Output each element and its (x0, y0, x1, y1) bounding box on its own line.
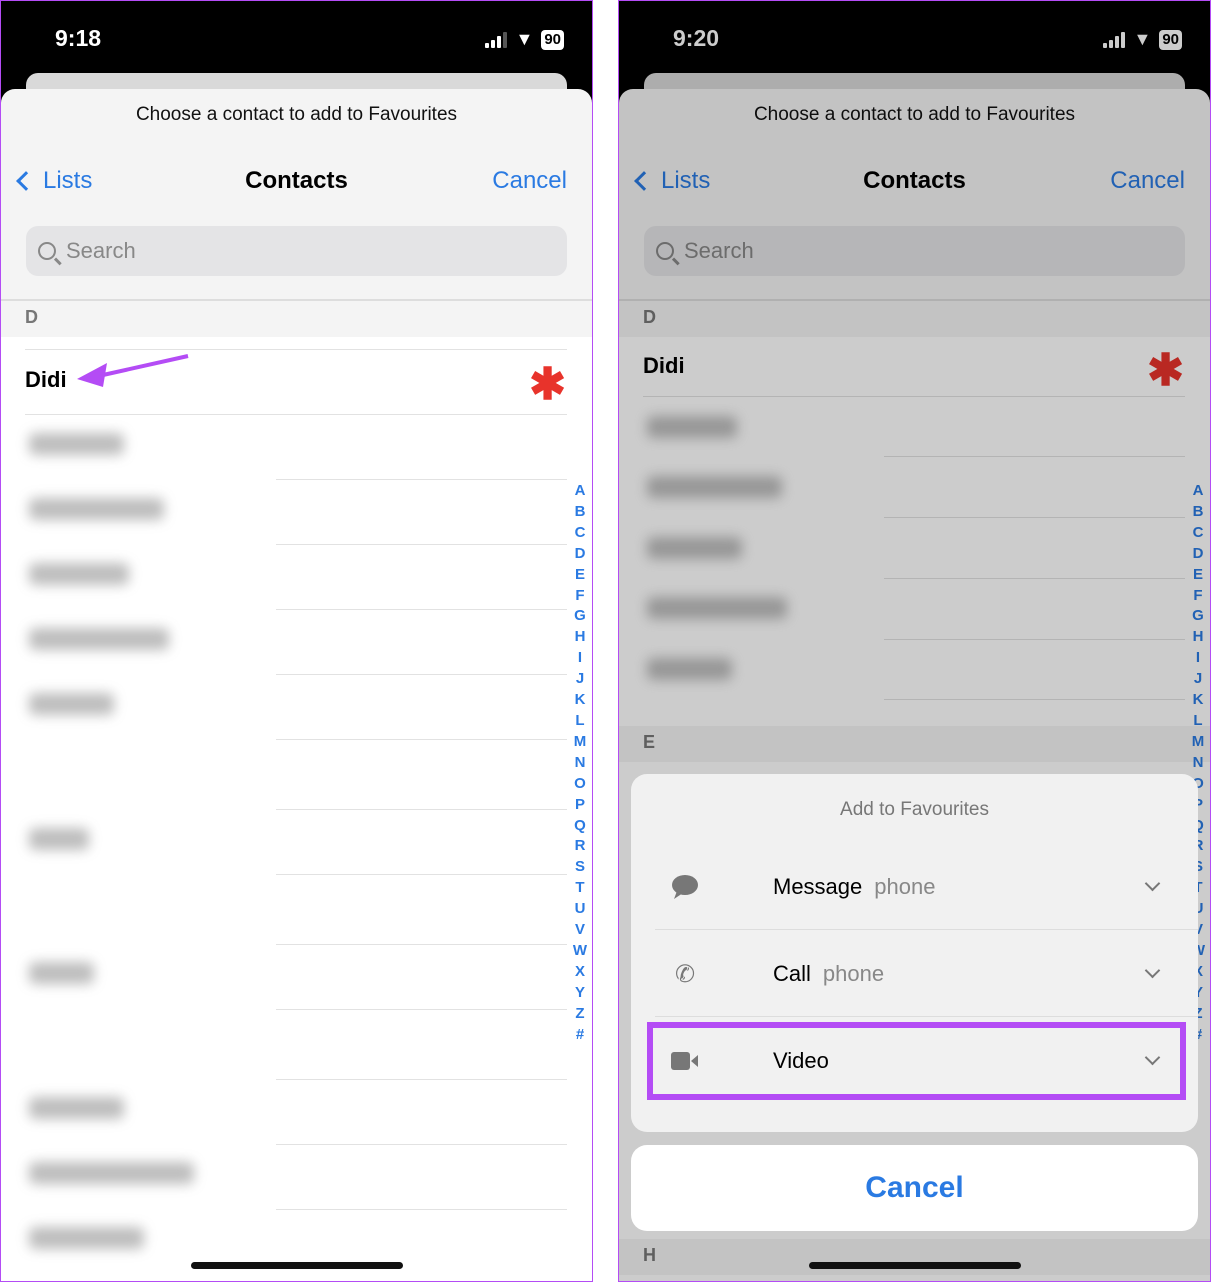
index-letter[interactable]: A (575, 481, 586, 502)
row-divider (276, 1144, 567, 1145)
row-divider (276, 809, 567, 810)
status-time: 9:18 (55, 25, 102, 51)
blurred-contact[interactable] (29, 563, 129, 585)
action-sublabel: phone (874, 874, 936, 899)
blurred-contact[interactable] (29, 962, 94, 984)
index-letter[interactable]: J (576, 669, 584, 690)
blurred-contact[interactable] (29, 693, 114, 715)
index-letter[interactable]: K (575, 690, 586, 711)
index-letter[interactable]: R (575, 836, 586, 857)
search-input[interactable]: Search (26, 226, 567, 276)
index-letter[interactable]: Y (575, 983, 585, 1004)
index-letter[interactable]: W (573, 941, 587, 962)
contact-didi[interactable]: Didi (25, 367, 67, 393)
phone-screen-right: 9:20 ▼ 90 Choose a contact to add to Fav… (618, 0, 1211, 1282)
row-divider (276, 1079, 567, 1080)
chevron-down-icon (1144, 875, 1161, 892)
index-letter[interactable]: I (578, 648, 582, 669)
row-divider (276, 544, 567, 545)
home-indicator[interactable] (191, 1262, 403, 1269)
alphabet-index[interactable]: ABCDEFGHIJKLMNOPQRSTUVWXYZ# (570, 481, 590, 1045)
section-header-d: D (1, 301, 592, 337)
index-letter[interactable]: P (575, 795, 585, 816)
row-divider (25, 349, 567, 350)
index-letter[interactable]: Z (575, 1004, 584, 1025)
index-letter[interactable]: M (574, 732, 587, 753)
cancel-button[interactable]: Cancel (492, 167, 567, 195)
index-letter[interactable]: V (575, 920, 585, 941)
action-label: Message (773, 874, 863, 899)
add-to-favourites-sheet: Add to Favourites Message phone ✆ Call p… (631, 774, 1198, 1132)
home-indicator[interactable] (809, 1262, 1021, 1269)
blurred-contact[interactable] (29, 628, 169, 650)
blurred-contact[interactable] (29, 1097, 124, 1119)
row-divider (276, 479, 567, 480)
search-icon (38, 242, 56, 260)
blurred-contact[interactable] (29, 828, 89, 850)
blurred-contact[interactable] (29, 433, 124, 455)
chevron-down-icon (1144, 962, 1161, 979)
nav-bar: Lists Contacts Cancel (1, 167, 592, 197)
index-letter[interactable]: E (575, 565, 585, 586)
action-sublabel: phone (822, 961, 885, 986)
row-divider (276, 739, 567, 740)
contact-picker-sheet: Choose a contact to add to Favourites Li… (1, 89, 592, 1281)
index-letter[interactable]: F (575, 586, 584, 607)
divider (655, 929, 1198, 930)
action-label: Call (773, 961, 811, 986)
battery-indicator: 90 (541, 29, 564, 50)
index-letter[interactable]: G (574, 606, 586, 627)
index-letter[interactable]: C (575, 523, 586, 544)
phone-screen-left: 9:18 ▼ 90 Choose a contact to add to Fav… (0, 0, 593, 1282)
row-divider (276, 1209, 567, 1210)
row-divider (276, 674, 567, 675)
row-divider (276, 874, 567, 875)
phone-icon: ✆ (674, 960, 696, 988)
blurred-contact[interactable] (29, 1162, 194, 1184)
index-letter[interactable]: X (575, 962, 585, 983)
wifi-icon: ▼ (515, 29, 534, 49)
action-sheet-cancel-button[interactable]: Cancel (631, 1145, 1198, 1231)
annotation-arrow-icon (73, 353, 193, 398)
row-divider (276, 944, 567, 945)
action-call[interactable]: ✆ Call phone (655, 931, 1188, 1017)
index-letter[interactable]: N (575, 753, 586, 774)
divider (655, 1016, 1198, 1017)
action-sheet-title: Add to Favourites (840, 799, 989, 820)
row-divider (276, 609, 567, 610)
index-letter[interactable]: Q (574, 816, 586, 837)
row-divider (25, 414, 567, 415)
index-letter[interactable]: O (574, 774, 586, 795)
blurred-contact[interactable] (29, 498, 164, 520)
index-letter[interactable]: D (575, 544, 586, 565)
action-message[interactable]: Message phone (655, 844, 1188, 930)
index-letter[interactable]: S (575, 857, 585, 878)
signal-icon (485, 31, 508, 48)
blurred-contact[interactable] (29, 1227, 144, 1249)
index-letter[interactable]: U (575, 899, 586, 920)
index-letter[interactable]: B (575, 502, 586, 523)
index-letter[interactable]: L (575, 711, 584, 732)
contact-list[interactable]: D Didi ✱ (1, 299, 592, 1281)
message-bubble-icon (655, 874, 715, 900)
picker-prompt: Choose a contact to add to Favourites (135, 104, 458, 125)
index-letter[interactable]: T (575, 878, 584, 899)
search-placeholder: Search (66, 238, 136, 263)
index-letter[interactable]: # (576, 1025, 584, 1046)
highlight-box (647, 1022, 1186, 1100)
row-divider (276, 1009, 567, 1010)
favourite-star-icon: ✱ (529, 360, 566, 409)
index-letter[interactable]: H (575, 627, 586, 648)
status-icons: ▼ 90 (485, 29, 564, 50)
